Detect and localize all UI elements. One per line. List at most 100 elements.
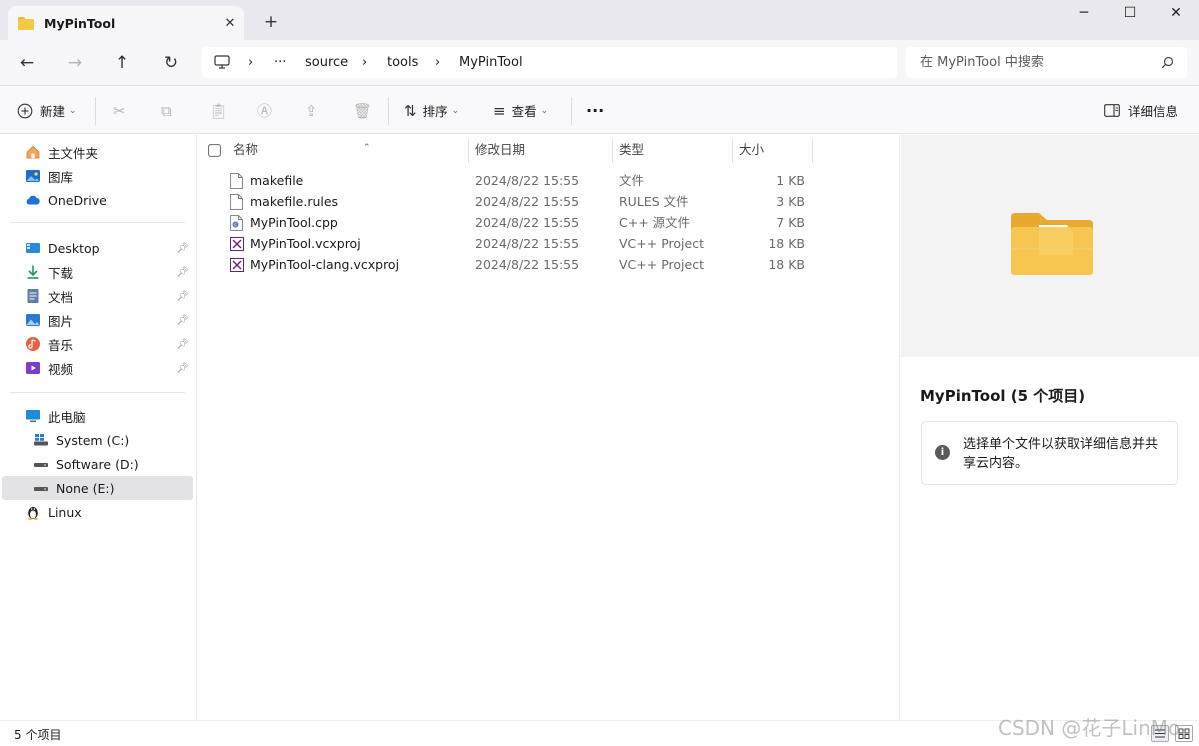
file-type: VC++ Project [619, 236, 704, 251]
chevron-down-icon: ⌄ [540, 105, 549, 116]
pin-icon[interactable]: 📌︎ [176, 339, 189, 350]
file-date: 2024/8/22 15:55 [475, 173, 580, 188]
info-icon: i [935, 445, 950, 460]
sidebar-item-label: System (C:) [56, 432, 130, 448]
new-button[interactable]: 新建 ⌄ [17, 87, 77, 134]
new-tab-button[interactable]: + [259, 10, 283, 34]
file-date: 2024/8/22 15:55 [475, 236, 580, 251]
breadcrumb-tools[interactable]: tools [387, 47, 418, 78]
pin-icon[interactable]: 📌︎ [176, 243, 189, 254]
scissors-icon: ✂ [113, 101, 126, 120]
cut-button[interactable]: ✂ [113, 87, 132, 134]
sidebar-item-none-drive[interactable]: None (E:) [2, 476, 193, 500]
sidebar-item-documents[interactable]: 文档 📌︎ [2, 284, 193, 308]
folder-icon [1011, 213, 1093, 275]
toolbar-divider [388, 97, 389, 125]
breadcrumb-source[interactable]: source [305, 47, 348, 78]
sidebar-item-label: Desktop [48, 240, 100, 256]
sort-button[interactable]: ⇅ 排序 ⌄ [404, 87, 459, 134]
table-row[interactable]: makefile 2024/8/22 15:55 文件 1 KB [225, 170, 813, 191]
toolbar-divider [571, 97, 572, 125]
sidebar-item-label: 视频 [48, 361, 74, 377]
view-button[interactable]: ≡ 查看 ⌄ [493, 87, 548, 134]
column-divider[interactable] [812, 138, 813, 163]
select-all-checkbox[interactable] [208, 144, 221, 157]
pin-icon[interactable]: 📌︎ [176, 363, 189, 374]
sidebar-item-linux[interactable]: Linux [2, 500, 193, 524]
column-header-name[interactable]: 名称 ⌃ [227, 135, 468, 165]
close-tab-button[interactable]: ✕ [216, 16, 244, 31]
rename-icon: Ⓐ [257, 102, 273, 120]
table-row[interactable]: c MyPinTool.cpp 2024/8/22 15:55 C++ 源文件 … [225, 212, 813, 233]
pin-icon[interactable]: 📌︎ [176, 267, 189, 278]
sidebar-item-system-drive[interactable]: System (C:) [2, 428, 193, 452]
column-header-date[interactable]: 修改日期 [469, 135, 612, 165]
tab-mypintool[interactable]: MyPinTool ✕ [8, 6, 244, 40]
details-pane: MyPinTool (5 个项目) i 选择单个文件以获取详细信息并共享云内容。 [899, 135, 1199, 720]
sidebar-item-videos[interactable]: 视频 📌︎ [2, 356, 193, 380]
folder-icon [18, 16, 34, 30]
copy-icon: ⧉ [161, 101, 172, 120]
search-input[interactable] [920, 47, 1150, 78]
system-drive-icon [34, 434, 48, 446]
paste-button[interactable]: 📋︎ [209, 87, 234, 134]
pin-icon[interactable]: 📌︎ [176, 315, 189, 326]
back-button[interactable]: ← [13, 49, 41, 77]
search-box[interactable] [906, 47, 1187, 78]
sidebar-item-label: 音乐 [48, 337, 74, 353]
file-icon [230, 194, 243, 210]
add-circle-icon [17, 103, 33, 118]
forward-button[interactable]: → [61, 49, 89, 77]
vcxproj-file-icon [230, 237, 244, 251]
column-header-size[interactable]: 大小 [733, 135, 812, 165]
address-bar[interactable]: › ··· source › tools › MyPinTool [202, 47, 897, 78]
maximize-button[interactable]: ☐ [1107, 0, 1153, 28]
table-row[interactable]: makefile.rules 2024/8/22 15:55 RULES 文件 … [225, 191, 813, 212]
details-info-box: i 选择单个文件以获取详细信息并共享云内容。 [921, 421, 1178, 485]
item-count: 5 个项目 [14, 728, 62, 742]
sidebar-item-music[interactable]: 音乐 📌︎ [2, 332, 193, 356]
sidebar-item-label: None (E:) [56, 480, 115, 496]
picture-icon [26, 314, 40, 326]
file-type: VC++ Project [619, 257, 704, 272]
rename-button[interactable]: Ⓐ [257, 87, 278, 134]
table-row[interactable]: MyPinTool-clang.vcxproj 2024/8/22 15:55 … [225, 254, 813, 275]
file-size: 3 KB [776, 194, 805, 209]
copy-button[interactable]: ⧉ [161, 87, 178, 134]
details-pane-button[interactable]: 详细信息 [1104, 87, 1178, 134]
sidebar-item-gallery[interactable]: 图库 [2, 164, 193, 188]
breadcrumb-separator[interactable]: › [362, 47, 367, 78]
pin-icon[interactable]: 📌︎ [176, 291, 189, 302]
navigation-bar: ← → ↑ ↻ › ··· source › tools › MyPinTool [0, 40, 1199, 86]
column-header-type[interactable]: 类型 [613, 135, 732, 165]
breadcrumb-separator[interactable]: › [435, 47, 440, 78]
file-type: 文件 [619, 173, 645, 188]
sidebar-item-downloads[interactable]: 下载 📌︎ [2, 260, 193, 284]
sidebar-item-label: 图库 [48, 169, 74, 185]
sidebar-item-home[interactable]: 主文件夹 [2, 140, 193, 164]
minimize-button[interactable]: ─ [1061, 0, 1107, 28]
delete-button[interactable]: 🗑︎ [353, 87, 378, 134]
breadcrumb-more[interactable]: ··· [274, 47, 286, 78]
up-button[interactable]: ↑ [108, 49, 136, 77]
search-icon[interactable] [1161, 56, 1174, 69]
column-header-label: 名称 [233, 142, 259, 157]
more-options-button[interactable]: ··· [586, 87, 604, 134]
sidebar-item-desktop[interactable]: Desktop 📌︎ [2, 236, 193, 260]
view-lines-icon: ≡ [493, 101, 506, 120]
refresh-button[interactable]: ↻ [157, 49, 185, 77]
breadcrumb-separator[interactable]: › [248, 47, 253, 78]
share-icon: ⇪ [305, 101, 318, 120]
sidebar-item-this-pc[interactable]: 此电脑 [2, 404, 193, 428]
table-row[interactable]: MyPinTool.vcxproj 2024/8/22 15:55 VC++ P… [225, 233, 813, 254]
share-button[interactable]: ⇪ [305, 87, 324, 134]
close-window-button[interactable]: ✕ [1153, 0, 1199, 28]
sidebar-item-label: 主文件夹 [48, 145, 99, 161]
sidebar-item-pictures[interactable]: 图片 📌︎ [2, 308, 193, 332]
sidebar-item-label: OneDrive [48, 192, 107, 208]
sidebar-divider [10, 222, 185, 223]
vcxproj-file-icon [230, 258, 244, 272]
sidebar-item-onedrive[interactable]: OneDrive [2, 188, 193, 212]
sidebar-item-software-drive[interactable]: Software (D:) [2, 452, 193, 476]
breadcrumb-mypintool[interactable]: MyPinTool [459, 47, 523, 78]
